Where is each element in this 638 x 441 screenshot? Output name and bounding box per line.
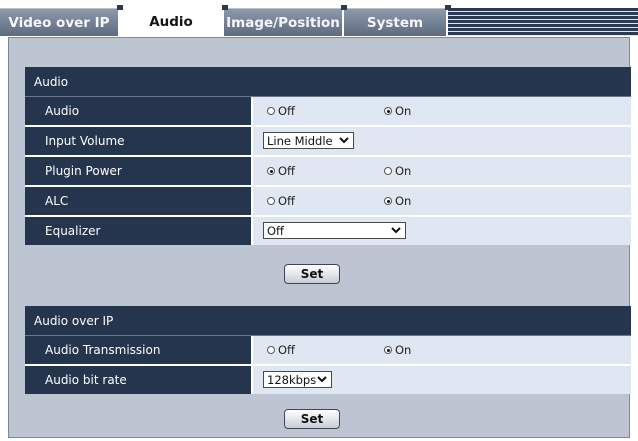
select-value: Line Middle xyxy=(267,133,333,148)
radio-label: On xyxy=(395,164,412,178)
button-label: Set xyxy=(300,267,324,281)
row-plugin-power: Plugin Power Off On xyxy=(25,157,631,187)
plugin-power-on-radio[interactable]: On xyxy=(384,164,411,178)
row-input-volume: Input Volume Line Middle xyxy=(25,127,631,157)
chevron-down-icon xyxy=(390,224,402,237)
audio-transmission-off-radio[interactable]: Off xyxy=(267,343,295,357)
equalizer-select[interactable]: Off xyxy=(263,222,406,239)
radio-label: Off xyxy=(278,194,295,208)
tab-notch xyxy=(117,5,123,10)
audio-over-ip-section: Audio over IP Audio Transmission Off On … xyxy=(25,306,631,394)
select-value: Off xyxy=(267,223,284,238)
row-audio: Audio Off On xyxy=(25,97,631,127)
radio-dot-icon xyxy=(267,197,275,205)
audio-transmission-on-radio[interactable]: On xyxy=(384,343,411,357)
radio-label: Off xyxy=(278,343,295,357)
audio-off-radio[interactable]: Off xyxy=(267,104,295,118)
row-value: Off On xyxy=(253,97,631,125)
settings-panel: Audio Audio Off On Input Volume Line Mid… xyxy=(8,37,631,438)
tab-image-position[interactable]: Image/Position xyxy=(224,8,342,36)
tab-notch xyxy=(341,5,347,10)
row-value: 128kbps xyxy=(253,366,631,394)
tab-notch xyxy=(222,5,228,10)
radio-dot-selected-icon xyxy=(384,107,392,115)
row-value: Off On xyxy=(253,157,631,185)
row-value: Line Middle xyxy=(253,127,631,155)
row-equalizer: Equalizer Off xyxy=(25,217,631,245)
row-audio-transmission: Audio Transmission Off On xyxy=(25,336,631,366)
row-value: Off On xyxy=(253,336,631,364)
radio-label: On xyxy=(395,343,412,357)
chevron-down-icon xyxy=(338,134,350,147)
alc-on-radio[interactable]: On xyxy=(384,194,411,208)
row-label: ALC xyxy=(25,187,253,215)
row-label: Equalizer xyxy=(25,217,253,245)
radio-dot-selected-icon xyxy=(384,197,392,205)
chevron-down-icon xyxy=(316,373,328,386)
radio-label: On xyxy=(395,104,412,118)
row-value: Off xyxy=(253,217,631,245)
tab-label: Image/Position xyxy=(226,14,340,31)
row-alc: ALC Off On xyxy=(25,187,631,217)
radio-dot-selected-icon xyxy=(384,346,392,354)
tab-notch xyxy=(445,5,451,10)
audio-on-radio[interactable]: On xyxy=(384,104,411,118)
row-label: Plugin Power xyxy=(25,157,253,185)
audio-set-button[interactable]: Set xyxy=(284,264,340,284)
button-label: Set xyxy=(300,412,324,426)
tab-audio[interactable]: Audio xyxy=(120,6,222,37)
radio-dot-icon xyxy=(384,167,392,175)
row-label: Audio xyxy=(25,97,253,125)
row-value: Off On xyxy=(253,187,631,215)
radio-label: Off xyxy=(278,104,295,118)
section-title: Audio xyxy=(25,67,631,97)
tab-video-over-ip[interactable]: Video over IP xyxy=(0,8,118,36)
radio-dot-icon xyxy=(267,107,275,115)
alc-off-radio[interactable]: Off xyxy=(267,194,295,208)
audio-over-ip-set-button[interactable]: Set xyxy=(284,409,340,429)
radio-dot-icon xyxy=(267,346,275,354)
tab-label: Audio xyxy=(149,13,193,30)
row-label: Input Volume xyxy=(25,127,253,155)
input-volume-select[interactable]: Line Middle xyxy=(263,132,354,149)
audio-section: Audio Audio Off On Input Volume Line Mid… xyxy=(25,67,631,245)
tab-bar-fill xyxy=(448,8,638,36)
plugin-power-off-radio[interactable]: Off xyxy=(267,164,295,178)
radio-dot-selected-icon xyxy=(267,167,275,175)
select-value: 128kbps xyxy=(267,372,317,387)
radio-label: On xyxy=(395,194,412,208)
row-label: Audio Transmission xyxy=(25,336,253,364)
tab-label: System xyxy=(366,14,424,31)
row-label: Audio bit rate xyxy=(25,366,253,394)
section-title: Audio over IP xyxy=(25,306,631,336)
audio-bit-rate-select[interactable]: 128kbps xyxy=(263,371,332,388)
tab-system[interactable]: System xyxy=(344,8,446,36)
tab-bar: Video over IP Audio Image/Position Syste… xyxy=(0,0,638,37)
radio-label: Off xyxy=(278,164,295,178)
row-audio-bit-rate: Audio bit rate 128kbps xyxy=(25,366,631,394)
tab-label: Video over IP xyxy=(8,14,110,31)
